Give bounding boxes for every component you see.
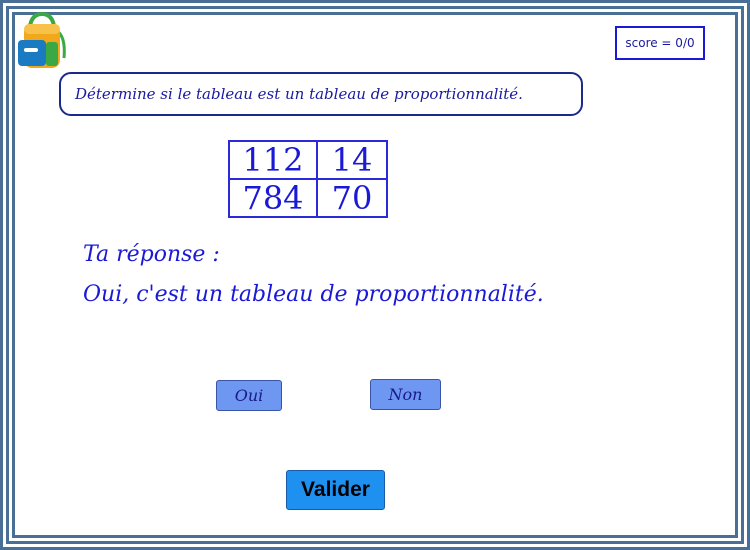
answer-label: Ta réponse : xyxy=(83,242,220,267)
proportionality-table: 112 14 784 70 xyxy=(228,140,388,218)
table-row: 112 14 xyxy=(228,140,388,180)
instruction-box: Détermine si le tableau est un tableau d… xyxy=(59,72,583,116)
answer-text: Oui, c'est un tableau de proportionnalit… xyxy=(83,282,544,307)
table-cell: 70 xyxy=(316,178,388,218)
validate-button[interactable]: Valider xyxy=(286,470,385,510)
oui-button[interactable]: Oui xyxy=(216,380,282,411)
table-cell: 784 xyxy=(228,178,318,218)
backpack-icon xyxy=(18,12,66,68)
table-cell: 14 xyxy=(316,140,388,180)
table-row: 784 70 xyxy=(228,178,388,218)
exercise-window: score = 0/0 Détermine si le tableau est … xyxy=(0,0,750,550)
score-display: score = 0/0 xyxy=(615,26,705,60)
table-cell: 112 xyxy=(228,140,318,180)
non-button[interactable]: Non xyxy=(370,379,441,410)
